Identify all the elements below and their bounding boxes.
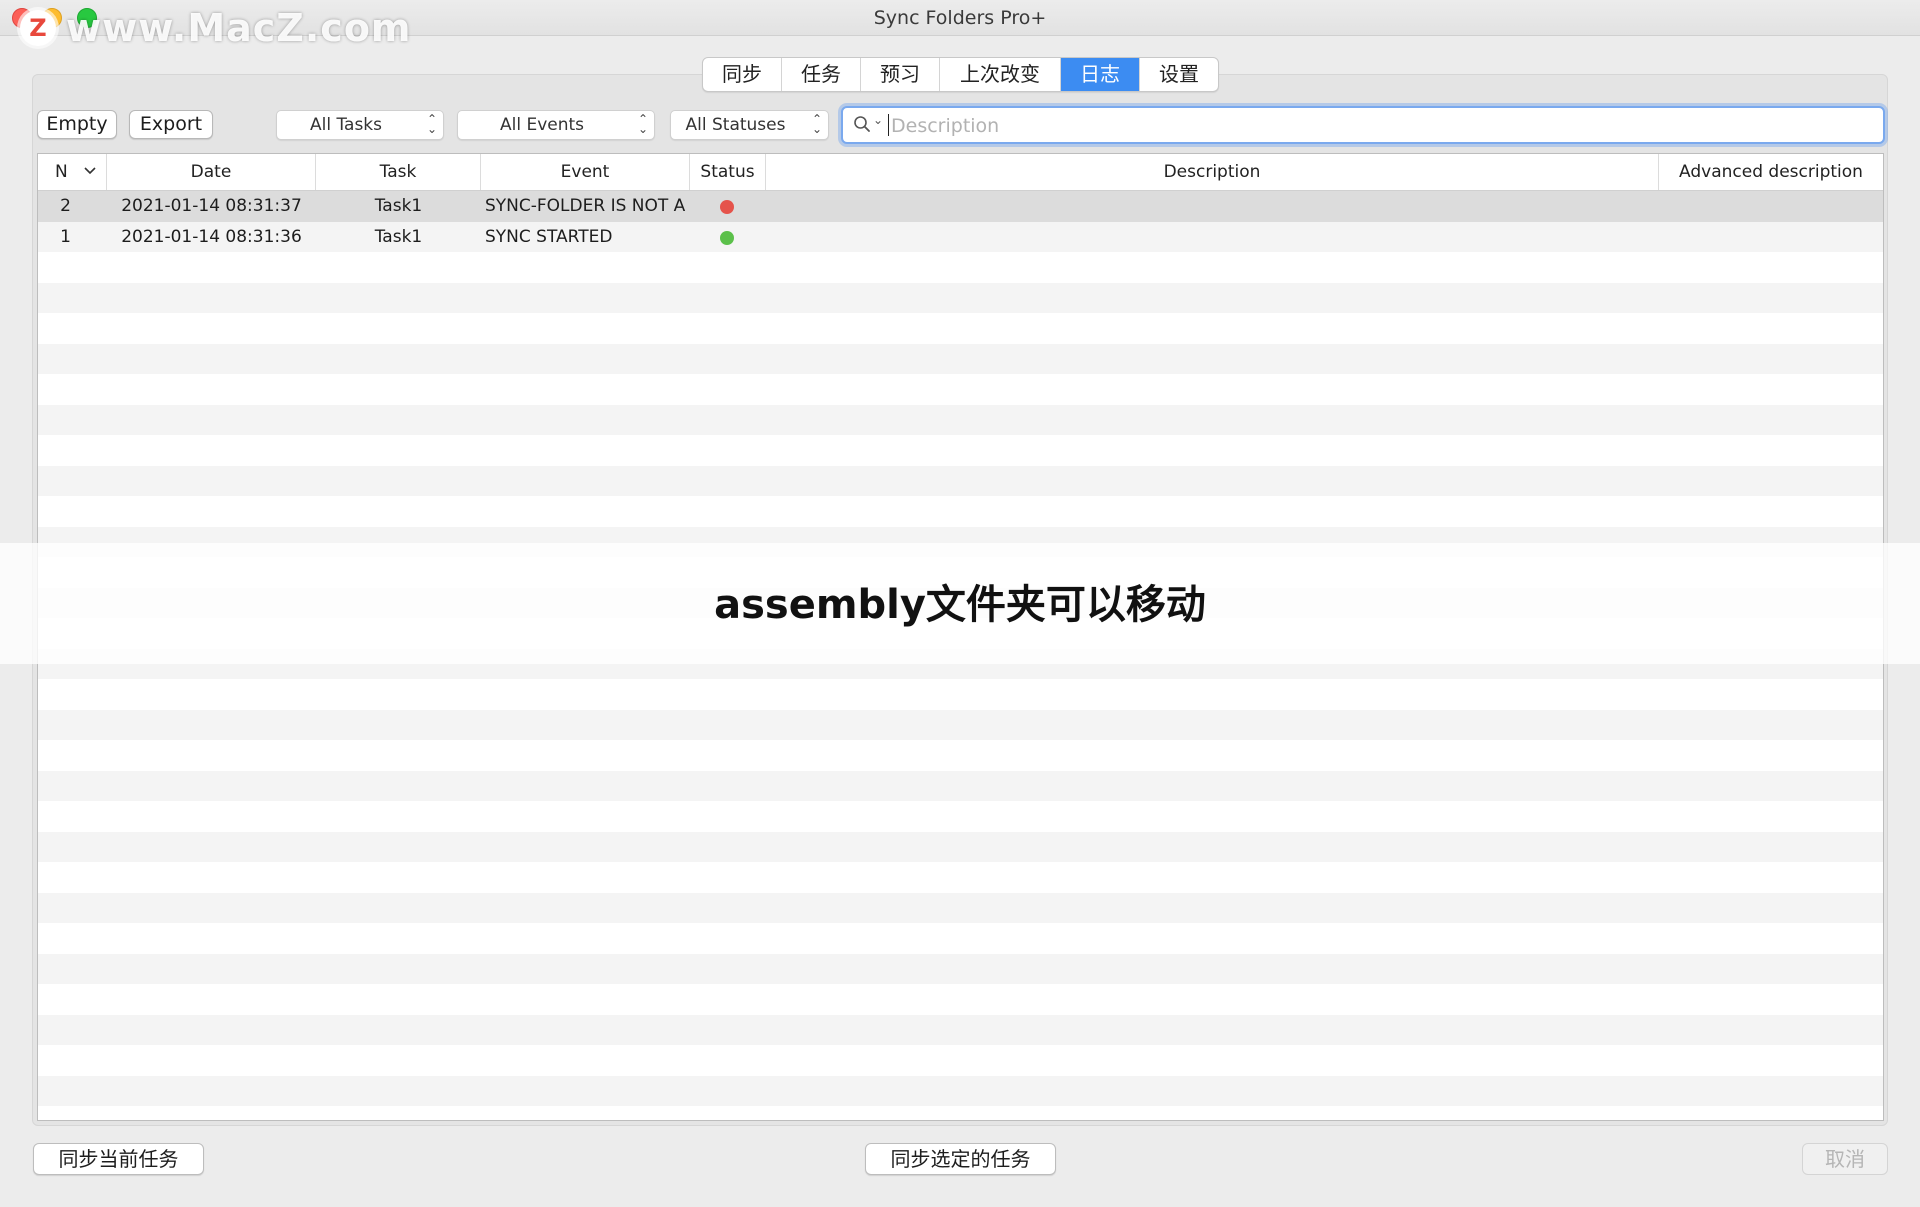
watermark-text: www.MacZ.com (66, 6, 412, 50)
cell-n: 1 (60, 226, 71, 247)
empty-table-row (38, 343, 1883, 374)
column-header-description[interactable]: Description (766, 154, 1659, 190)
tab-settings[interactable]: 设置 (1140, 58, 1218, 91)
empty-table-row (38, 831, 1883, 862)
cell-task: Task1 (374, 226, 423, 247)
cell-date: 2021-01-14 08:31:37 (121, 196, 302, 216)
tab-preview[interactable]: 预习 (861, 58, 940, 91)
tab-last-changes[interactable]: 上次改变 (940, 58, 1061, 91)
cell-task: Task1 (374, 196, 423, 216)
column-header-task[interactable]: Task (316, 154, 481, 190)
status-ok-icon (720, 230, 734, 245)
export-button[interactable]: Export (129, 110, 213, 139)
empty-table-row (38, 679, 1883, 710)
updown-arrows-icon: ⌃ ⌄ (637, 112, 648, 136)
empty-table-row (38, 1014, 1883, 1045)
empty-table-row (38, 313, 1883, 344)
magnifier-icon[interactable] (853, 115, 871, 137)
empty-table-row (38, 709, 1883, 740)
cell-description (770, 191, 1655, 221)
tab-log[interactable]: 日志 (1061, 58, 1140, 91)
updown-arrows-icon: ⌃ ⌄ (811, 112, 822, 136)
caption-overlay: assembly文件夹可以移动 (0, 543, 1920, 664)
empty-table-row (38, 1075, 1883, 1106)
task-filter-select[interactable]: All Tasks ⌃ ⌄ (276, 110, 444, 140)
empty-table-row (38, 404, 1883, 435)
table-row[interactable]: 2 2021-01-14 08:31:37 Task1 SYNC-FOLDER IS … (38, 191, 1883, 222)
empty-button[interactable]: Empty (37, 110, 117, 139)
event-filter-value: All Events (499, 115, 585, 135)
watermark: Z www.MacZ.com (20, 6, 412, 50)
chevron-down-icon (84, 152, 96, 188)
tab-bar: 同步 任务 预习 上次改变 日志 设置 (702, 57, 1219, 92)
search-input[interactable] (889, 111, 1863, 141)
caption-text: assembly文件夹可以移动 (714, 582, 1206, 628)
search-field[interactable]: ⌄ (841, 106, 1885, 144)
empty-table-row (38, 801, 1883, 832)
empty-table-row (38, 953, 1883, 984)
cell-advanced-description (1663, 191, 1879, 221)
status-filter-select[interactable]: All Statuses ⌃ ⌄ (670, 110, 829, 140)
sync-current-task-button[interactable]: 同步当前任务 (33, 1143, 204, 1175)
empty-table-row (38, 740, 1883, 771)
status-filter-value: All Statuses (685, 115, 786, 135)
empty-table-row (38, 496, 1883, 527)
empty-table-row (38, 252, 1883, 283)
updown-arrows-icon: ⌃ ⌄ (426, 112, 437, 136)
cell-event: SYNC-FOLDER IS NOT A (485, 196, 686, 216)
task-filter-value: All Tasks (309, 115, 383, 135)
tab-tasks[interactable]: 任务 (782, 58, 861, 91)
empty-table-row (38, 435, 1883, 466)
empty-table-row (38, 465, 1883, 496)
empty-table-row (38, 984, 1883, 1015)
tab-sync[interactable]: 同步 (703, 58, 782, 91)
table-row[interactable]: 1 2021-01-14 08:31:36 Task1 SYNC STARTED (38, 221, 1883, 252)
empty-table-row (38, 1045, 1883, 1076)
cell-n: 2 (60, 196, 71, 216)
empty-table-row (38, 862, 1883, 893)
empty-table-row (38, 282, 1883, 313)
event-filter-select[interactable]: All Events ⌃ ⌄ (457, 110, 655, 140)
watermark-logo-icon: Z (20, 10, 56, 46)
column-header-n-label: N (55, 162, 68, 182)
empty-table-row (38, 770, 1883, 801)
column-header-date[interactable]: Date (107, 154, 316, 190)
cell-advanced-description (1663, 222, 1879, 252)
empty-table-row (38, 374, 1883, 405)
cell-date: 2021-01-14 08:31:36 (121, 226, 302, 247)
cell-event: SYNC STARTED (485, 226, 613, 247)
cell-description (770, 222, 1655, 252)
sync-selected-tasks-button[interactable]: 同步选定的任务 (865, 1143, 1056, 1175)
column-header-advanced-description[interactable]: Advanced description (1659, 154, 1883, 190)
empty-table-row (38, 923, 1883, 954)
table-header: N Date Task Event Status Description Adv… (38, 154, 1883, 191)
column-header-event[interactable]: Event (481, 154, 690, 190)
search-options-chevron-icon[interactable]: ⌄ (873, 113, 883, 127)
cancel-button[interactable]: 取消 (1802, 1143, 1888, 1175)
column-header-n[interactable]: N (38, 154, 107, 190)
empty-table-row (38, 892, 1883, 923)
column-header-status[interactable]: Status (690, 154, 766, 190)
status-error-icon (720, 200, 734, 214)
